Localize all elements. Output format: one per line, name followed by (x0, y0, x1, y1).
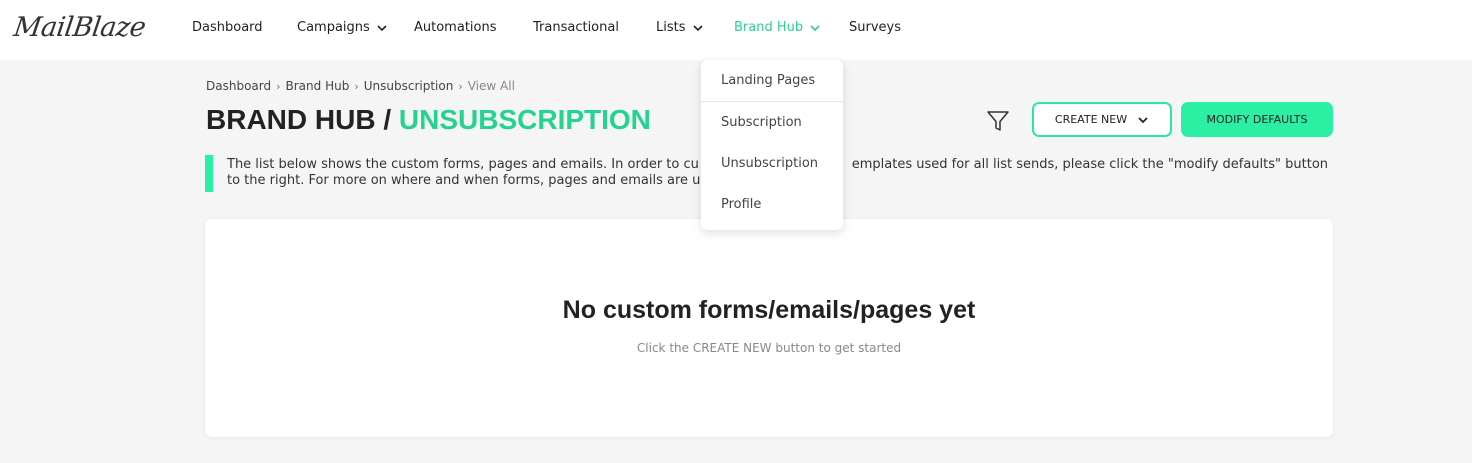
menu-item-unsubscription[interactable]: Unsubscription (721, 156, 818, 171)
chevron-down-icon (1138, 116, 1148, 123)
page-title: BRAND HUB / UNSUBSCRIPTION (206, 104, 651, 136)
nav-campaigns-label: Campaigns (297, 20, 370, 35)
chevron-right-icon: › (354, 79, 359, 93)
nav-brand-hub-label: Brand Hub (734, 20, 804, 35)
chevron-right-icon: › (458, 79, 463, 93)
nav-automations[interactable]: Automations (414, 20, 497, 35)
nav-surveys[interactable]: Surveys (849, 20, 901, 35)
modify-defaults-label: MODIFY DEFAULTS (1206, 113, 1308, 126)
empty-state-title: No custom forms/emails/pages yet (562, 296, 976, 324)
nav-lists-label: Lists (656, 20, 686, 35)
breadcrumb: Dashboard › Brand Hub › Unsubscription ›… (206, 79, 515, 93)
nav-transactional[interactable]: Transactional (533, 20, 619, 35)
nav-surveys-label: Surveys (849, 20, 901, 35)
nav-campaigns[interactable]: Campaigns (297, 20, 388, 35)
breadcrumb-brand-hub[interactable]: Brand Hub (286, 79, 350, 93)
create-new-label: CREATE NEW (1054, 113, 1128, 126)
mailblaze-logo[interactable]: MailBlaze (12, 12, 148, 43)
filter-icon[interactable] (985, 108, 1011, 134)
chevron-right-icon: › (276, 79, 281, 93)
empty-state-card: No custom forms/emails/pages yet Click t… (205, 219, 1333, 437)
menu-item-subscription[interactable]: Subscription (721, 115, 802, 130)
top-navigation-bar: MailBlaze Dashboard Campaigns Automation… (0, 0, 1472, 60)
breadcrumb-view-all: View All (467, 79, 515, 93)
notice-accent-bar (205, 155, 213, 192)
brand-hub-dropdown-menu: Landing Pages Subscription Unsubscriptio… (701, 60, 843, 230)
empty-state-subtitle: Click the CREATE NEW button to get start… (636, 341, 902, 355)
menu-item-profile[interactable]: Profile (721, 197, 761, 212)
menu-item-landing-pages[interactable]: Landing Pages (721, 73, 815, 88)
breadcrumb-unsubscription[interactable]: Unsubscription (364, 79, 454, 93)
menu-divider (701, 101, 843, 102)
nav-automations-label: Automations (414, 20, 497, 35)
chevron-down-icon (810, 24, 820, 31)
nav-transactional-label: Transactional (533, 20, 619, 35)
chevron-down-icon (692, 24, 703, 31)
nav-lists[interactable]: Lists (656, 20, 704, 35)
page-title-prefix: BRAND HUB / (206, 104, 392, 135)
modify-defaults-button[interactable]: MODIFY DEFAULTS (1181, 102, 1333, 137)
breadcrumb-dashboard[interactable]: Dashboard (206, 79, 271, 93)
create-new-button[interactable]: CREATE NEW (1032, 102, 1172, 137)
nav-brand-hub[interactable]: Brand Hub (734, 20, 821, 35)
chevron-down-icon (377, 24, 387, 31)
page-title-accent: UNSUBSCRIPTION (398, 104, 651, 135)
nav-dashboard-label: Dashboard (192, 20, 263, 35)
nav-dashboard[interactable]: Dashboard (192, 20, 263, 35)
